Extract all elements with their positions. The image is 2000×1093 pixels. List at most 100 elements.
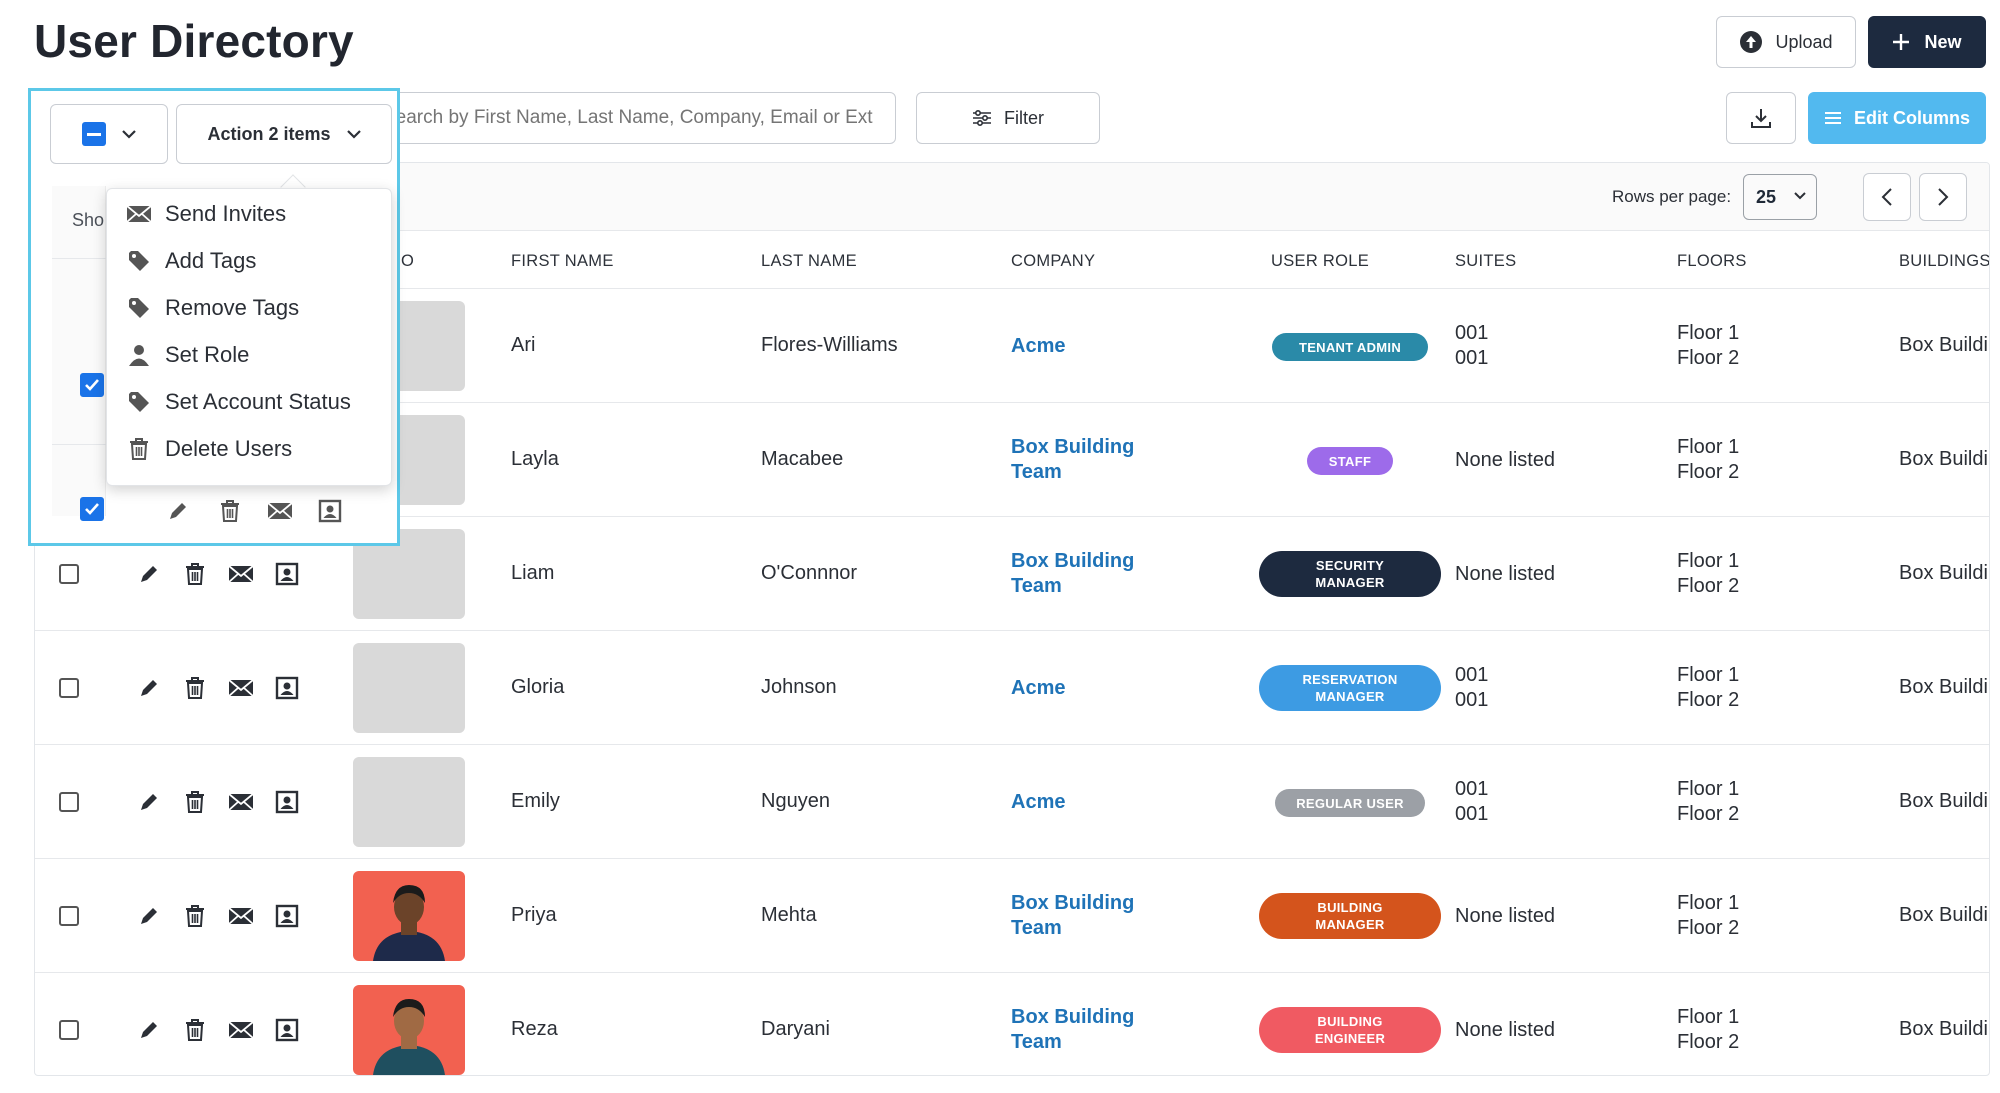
avatar-placeholder bbox=[353, 757, 465, 847]
edit-icon[interactable] bbox=[135, 560, 163, 588]
envelope-icon[interactable] bbox=[227, 560, 255, 588]
menu-item-set-account-status[interactable]: Set Account Status bbox=[125, 389, 351, 415]
action-dropdown[interactable]: Action 2 items bbox=[176, 104, 392, 164]
company-link[interactable]: Box Building Team bbox=[1011, 891, 1134, 941]
menu-item-label: Add Tags bbox=[165, 248, 257, 273]
select-all-dropdown[interactable] bbox=[50, 104, 168, 164]
trash-icon[interactable] bbox=[181, 902, 209, 930]
column-header[interactable]: SUITES bbox=[1455, 252, 1516, 271]
column-header[interactable]: LAST NAME bbox=[761, 252, 857, 271]
edit-icon[interactable] bbox=[135, 674, 163, 702]
download-button[interactable] bbox=[1726, 92, 1796, 144]
company-link[interactable]: Box Building Team bbox=[1011, 1005, 1134, 1055]
floor-line: Floor 2 bbox=[1677, 803, 1740, 825]
next-page-button[interactable] bbox=[1919, 173, 1967, 221]
company-line: Team bbox=[1011, 461, 1062, 483]
row-checkbox[interactable] bbox=[80, 497, 104, 521]
list-icon bbox=[1824, 111, 1842, 125]
envelope-icon[interactable] bbox=[227, 674, 255, 702]
chevron-down-icon bbox=[346, 129, 361, 139]
company-link[interactable]: Acme bbox=[1011, 334, 1065, 359]
company-line: Team bbox=[1011, 1031, 1062, 1053]
row-checkbox[interactable] bbox=[59, 678, 79, 698]
menu-item-add-tags[interactable]: Add Tags bbox=[125, 248, 256, 274]
menu-item-label: Delete Users bbox=[165, 436, 293, 461]
contact-card-icon[interactable] bbox=[273, 674, 301, 702]
menu-item-label: Set Role bbox=[165, 342, 250, 367]
envelope-icon[interactable] bbox=[227, 902, 255, 930]
suite-line: None listed bbox=[1455, 563, 1556, 585]
column-header[interactable]: USER ROLE bbox=[1271, 252, 1369, 271]
contact-card-icon[interactable] bbox=[273, 560, 301, 588]
trash-icon[interactable] bbox=[181, 1016, 209, 1044]
edit-icon[interactable] bbox=[135, 902, 163, 930]
menu-item-label: Send Invites bbox=[165, 201, 287, 226]
edit-icon[interactable] bbox=[135, 788, 163, 816]
envelope-icon[interactable] bbox=[266, 497, 294, 525]
menu-item-set-role[interactable]: Set Role bbox=[125, 342, 249, 368]
new-button[interactable]: New bbox=[1868, 16, 1986, 68]
filter-button[interactable]: Filter bbox=[916, 92, 1100, 144]
floor-line: Floor 2 bbox=[1677, 1031, 1740, 1053]
action-label: Action 2 items bbox=[207, 123, 331, 144]
contact-card-icon[interactable] bbox=[273, 1016, 301, 1044]
chevron-right-icon bbox=[1937, 187, 1949, 207]
menu-item-label: Set Account Status bbox=[165, 389, 351, 414]
suites: 001 001 bbox=[1455, 777, 1488, 827]
download-icon bbox=[1749, 106, 1773, 130]
menu-item-remove-tags[interactable]: Remove Tags bbox=[125, 295, 299, 321]
contact-card-icon[interactable] bbox=[316, 497, 344, 525]
edit-columns-button[interactable]: Edit Columns bbox=[1808, 92, 1986, 144]
row-checkbox[interactable] bbox=[59, 1020, 79, 1040]
divider bbox=[52, 444, 106, 445]
avatar-placeholder bbox=[353, 643, 465, 733]
column-header[interactable]: O bbox=[401, 252, 414, 271]
last-name: O'Connnor bbox=[761, 562, 858, 584]
edit-icon[interactable] bbox=[164, 497, 192, 525]
company-line: Acme bbox=[1011, 791, 1066, 813]
suite-line: 001 bbox=[1455, 664, 1489, 686]
company-link[interactable]: Box Building Team bbox=[1011, 549, 1134, 599]
column-header[interactable]: FLOORS bbox=[1677, 252, 1747, 271]
upload-button[interactable]: Upload bbox=[1716, 16, 1856, 68]
row-checkbox[interactable] bbox=[59, 564, 79, 584]
menu-item-send-invites[interactable]: Send Invites bbox=[125, 201, 286, 227]
table-row: Reza Daryani Box Building Team BUILDING ENGIN… bbox=[35, 973, 1989, 1075]
row-checkbox[interactable] bbox=[59, 906, 79, 926]
suites: 001 001 bbox=[1455, 663, 1488, 713]
menu-item-delete-users[interactable]: Delete Users bbox=[125, 436, 292, 462]
floors: Floor 1 Floor 2 bbox=[1677, 435, 1739, 485]
trash-icon[interactable] bbox=[181, 788, 209, 816]
trash-icon[interactable] bbox=[181, 560, 209, 588]
building: Box Buildi bbox=[1899, 790, 1988, 812]
floor-line: Floor 1 bbox=[1677, 436, 1740, 458]
rows-per-page-select[interactable]: 25 bbox=[1743, 174, 1817, 220]
role-badge: RESERVATION MANAGER bbox=[1259, 665, 1441, 711]
search-input[interactable] bbox=[370, 92, 896, 144]
envelope-icon[interactable] bbox=[227, 1016, 255, 1044]
company-link[interactable]: Acme bbox=[1011, 790, 1065, 815]
prev-page-button[interactable] bbox=[1863, 173, 1911, 221]
edit-icon[interactable] bbox=[135, 1016, 163, 1044]
column-header[interactable]: BUILDINGS bbox=[1899, 252, 1989, 271]
trash-icon bbox=[125, 437, 153, 461]
row-checkbox[interactable] bbox=[59, 792, 79, 812]
row-checkbox[interactable] bbox=[80, 373, 104, 397]
indeterminate-checkbox[interactable] bbox=[82, 122, 106, 146]
company-link[interactable]: Box Building Team bbox=[1011, 435, 1134, 485]
company-link[interactable]: Acme bbox=[1011, 676, 1065, 701]
column-header[interactable]: FIRST NAME bbox=[511, 252, 614, 271]
envelope-icon[interactable] bbox=[227, 788, 255, 816]
contact-card-icon[interactable] bbox=[273, 902, 301, 930]
floor-line: Floor 2 bbox=[1677, 575, 1740, 597]
trash-icon[interactable] bbox=[181, 674, 209, 702]
company-line: Acme bbox=[1011, 335, 1066, 357]
avatar bbox=[353, 871, 465, 961]
role-badge: BUILDING ENGINEER bbox=[1259, 1007, 1441, 1053]
last-name: Daryani bbox=[761, 1018, 830, 1040]
contact-card-icon[interactable] bbox=[273, 788, 301, 816]
table-row: Gloria Johnson Acme RESERVATION MANAGER 001 00… bbox=[35, 631, 1989, 745]
column-header[interactable]: COMPANY bbox=[1011, 252, 1095, 271]
first-name: Priya bbox=[511, 904, 557, 926]
trash-icon[interactable] bbox=[216, 497, 244, 525]
